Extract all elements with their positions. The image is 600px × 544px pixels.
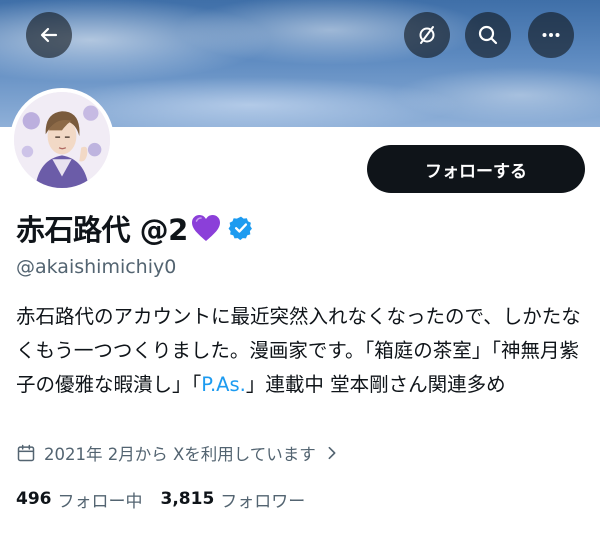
follow-button[interactable]: フォローする (367, 145, 585, 193)
followers-stat[interactable]: 3,815 フォロワー (161, 487, 306, 512)
following-stat[interactable]: 496 フォロー中 (16, 487, 143, 512)
chevron-right-icon (328, 446, 336, 460)
verified-badge-icon[interactable] (228, 215, 254, 241)
bio: 赤石路代のアカウントに最近突然入れなくなったので、しかたなくもう一つつくりました… (16, 300, 588, 402)
search-button[interactable] (465, 12, 511, 58)
mute-slash-icon (419, 26, 435, 44)
search-icon (478, 25, 498, 45)
display-name: 赤石路代 @2 (16, 213, 188, 247)
avatar-illustration (14, 92, 110, 188)
follow-stats: 496 フォロー中 3,815 フォロワー (16, 486, 305, 512)
following-label: フォロー中 (57, 491, 143, 512)
profile-page: フォローする 赤石路代 @2 @akaishimichiy0 赤石路代のアカウン… (0, 0, 600, 544)
mute-button[interactable] (404, 12, 450, 58)
avatar[interactable] (10, 88, 114, 192)
calendar-icon (17, 444, 35, 462)
bio-text-end: 」連載中 堂本剛さん関連多め (245, 373, 506, 396)
followers-count: 3,815 (160, 489, 215, 509)
more-button[interactable] (528, 12, 574, 58)
handle: @akaishimichiy0 (16, 256, 177, 278)
purple-heart-icon (191, 215, 220, 241)
joined-date-row[interactable]: 2021年 2月から Xを利用しています (16, 440, 340, 466)
back-button[interactable] (26, 12, 72, 58)
display-name-row: 赤石路代 @2 (16, 206, 254, 250)
more-horizontal-icon (542, 33, 560, 37)
bio-link[interactable]: P.As. (201, 373, 246, 396)
arrow-left-icon (40, 27, 58, 43)
followers-label: フォロワー (220, 491, 306, 512)
joined-date-text: 2021年 2月から Xを利用しています (44, 445, 316, 464)
following-count: 496 (16, 489, 52, 509)
